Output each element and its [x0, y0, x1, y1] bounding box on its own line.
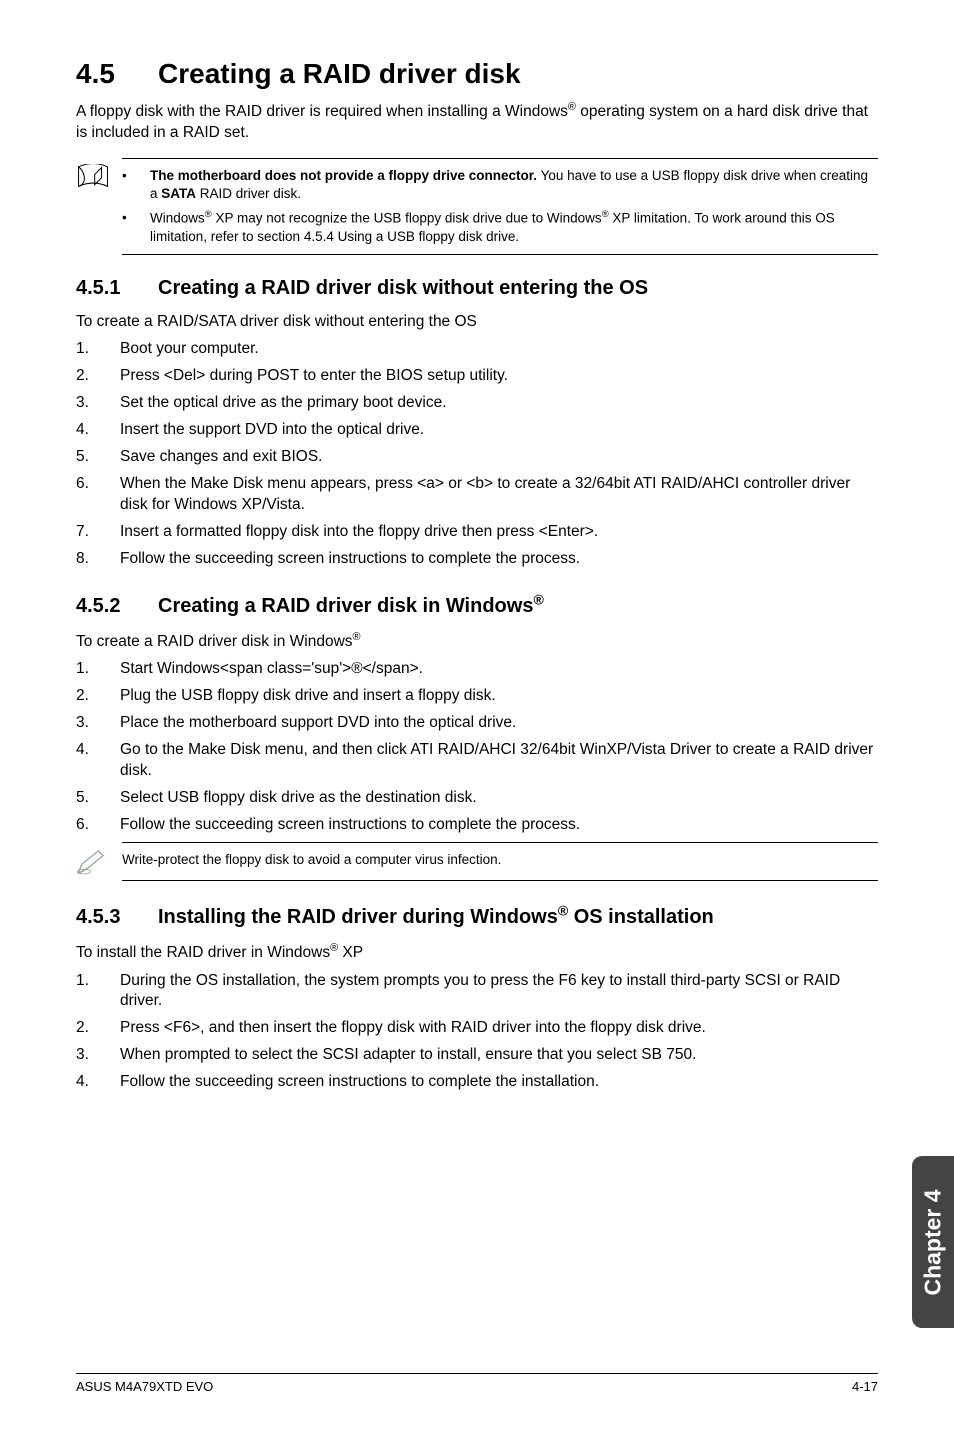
- subsection-heading: 4.5.3Installing the RAID driver during W…: [76, 903, 878, 930]
- note-item: •Windows® XP may not recognize the USB f…: [122, 209, 878, 246]
- list-item: 1.Boot your computer.: [76, 339, 878, 360]
- subsection-heading: 4.5.2Creating a RAID driver disk in Wind…: [76, 592, 878, 619]
- subsection-number: 4.5.3: [76, 906, 158, 929]
- list-item: 1.During the OS installation, the system…: [76, 971, 878, 1013]
- footer-right: 4-17: [852, 1379, 878, 1394]
- subsection-number: 4.5.1: [76, 277, 158, 300]
- subsection-number: 4.5.2: [76, 595, 158, 618]
- list-item: 3.Set the optical drive as the primary b…: [76, 393, 878, 414]
- note-body: •The motherboard does not provide a flop…: [122, 158, 878, 255]
- list-item: 2.Plug the USB floppy disk drive and ins…: [76, 686, 878, 707]
- step-list: 1.During the OS installation, the system…: [76, 971, 878, 1094]
- lead-text: To create a RAID/SATA driver disk withou…: [76, 312, 878, 333]
- note-block: Write-protect the floppy disk to avoid a…: [76, 842, 878, 881]
- list-item: 4.Insert the support DVD into the optica…: [76, 420, 878, 441]
- list-item: 3.When prompted to select the SCSI adapt…: [76, 1045, 878, 1066]
- footer-left: ASUS M4A79XTD EVO: [76, 1379, 213, 1394]
- list-item: 8.Follow the succeeding screen instructi…: [76, 549, 878, 570]
- step-list: 1.Start Windows<span class='sup'>®</span…: [76, 659, 878, 835]
- list-item: 4.Follow the succeeding screen instructi…: [76, 1072, 878, 1093]
- list-item: 2.Press <F6>, and then insert the floppy…: [76, 1018, 878, 1039]
- lead-text: To install the RAID driver in Windows® X…: [76, 941, 878, 964]
- list-item: 5.Select USB floppy disk drive as the de…: [76, 788, 878, 809]
- list-item: 1.Start Windows<span class='sup'>®</span…: [76, 659, 878, 680]
- section-heading: 4.5Creating a RAID driver disk: [76, 58, 878, 90]
- subsection-title: Installing the RAID driver during Window…: [158, 906, 714, 928]
- lead-text: To create a RAID driver disk in Windows®: [76, 630, 878, 653]
- list-item: 6.When the Make Disk menu appears, press…: [76, 474, 878, 516]
- intro-text: A floppy disk with the RAID driver is re…: [76, 100, 878, 144]
- list-item: 4.Go to the Make Disk menu, and then cli…: [76, 740, 878, 782]
- note-block: •The motherboard does not provide a flop…: [76, 158, 878, 255]
- note-icon: [76, 158, 122, 255]
- subsection-heading: 4.5.1Creating a RAID driver disk without…: [76, 277, 878, 300]
- section-title: Creating a RAID driver disk: [158, 58, 521, 89]
- note-body: Write-protect the floppy disk to avoid a…: [122, 842, 878, 881]
- chapter-tab: Chapter 4: [912, 1156, 954, 1328]
- list-item: 6.Follow the succeeding screen instructi…: [76, 815, 878, 836]
- list-item: 2.Press <Del> during POST to enter the B…: [76, 366, 878, 387]
- subsection-title: Creating a RAID driver disk without ente…: [158, 277, 648, 299]
- list-item: 5.Save changes and exit BIOS.: [76, 447, 878, 468]
- pen-icon: [76, 842, 122, 881]
- note-item: •The motherboard does not provide a flop…: [122, 167, 878, 203]
- list-item: 3.Place the motherboard support DVD into…: [76, 713, 878, 734]
- section-number: 4.5: [76, 58, 158, 90]
- page-footer: ASUS M4A79XTD EVO 4-17: [76, 1373, 878, 1394]
- step-list: 1.Boot your computer. 2.Press <Del> durin…: [76, 339, 878, 569]
- subsection-title: Creating a RAID driver disk in Windows®: [158, 595, 544, 617]
- list-item: 7.Insert a formatted floppy disk into th…: [76, 522, 878, 543]
- note-list: •The motherboard does not provide a flop…: [122, 167, 878, 246]
- chapter-tab-label: Chapter 4: [920, 1189, 947, 1295]
